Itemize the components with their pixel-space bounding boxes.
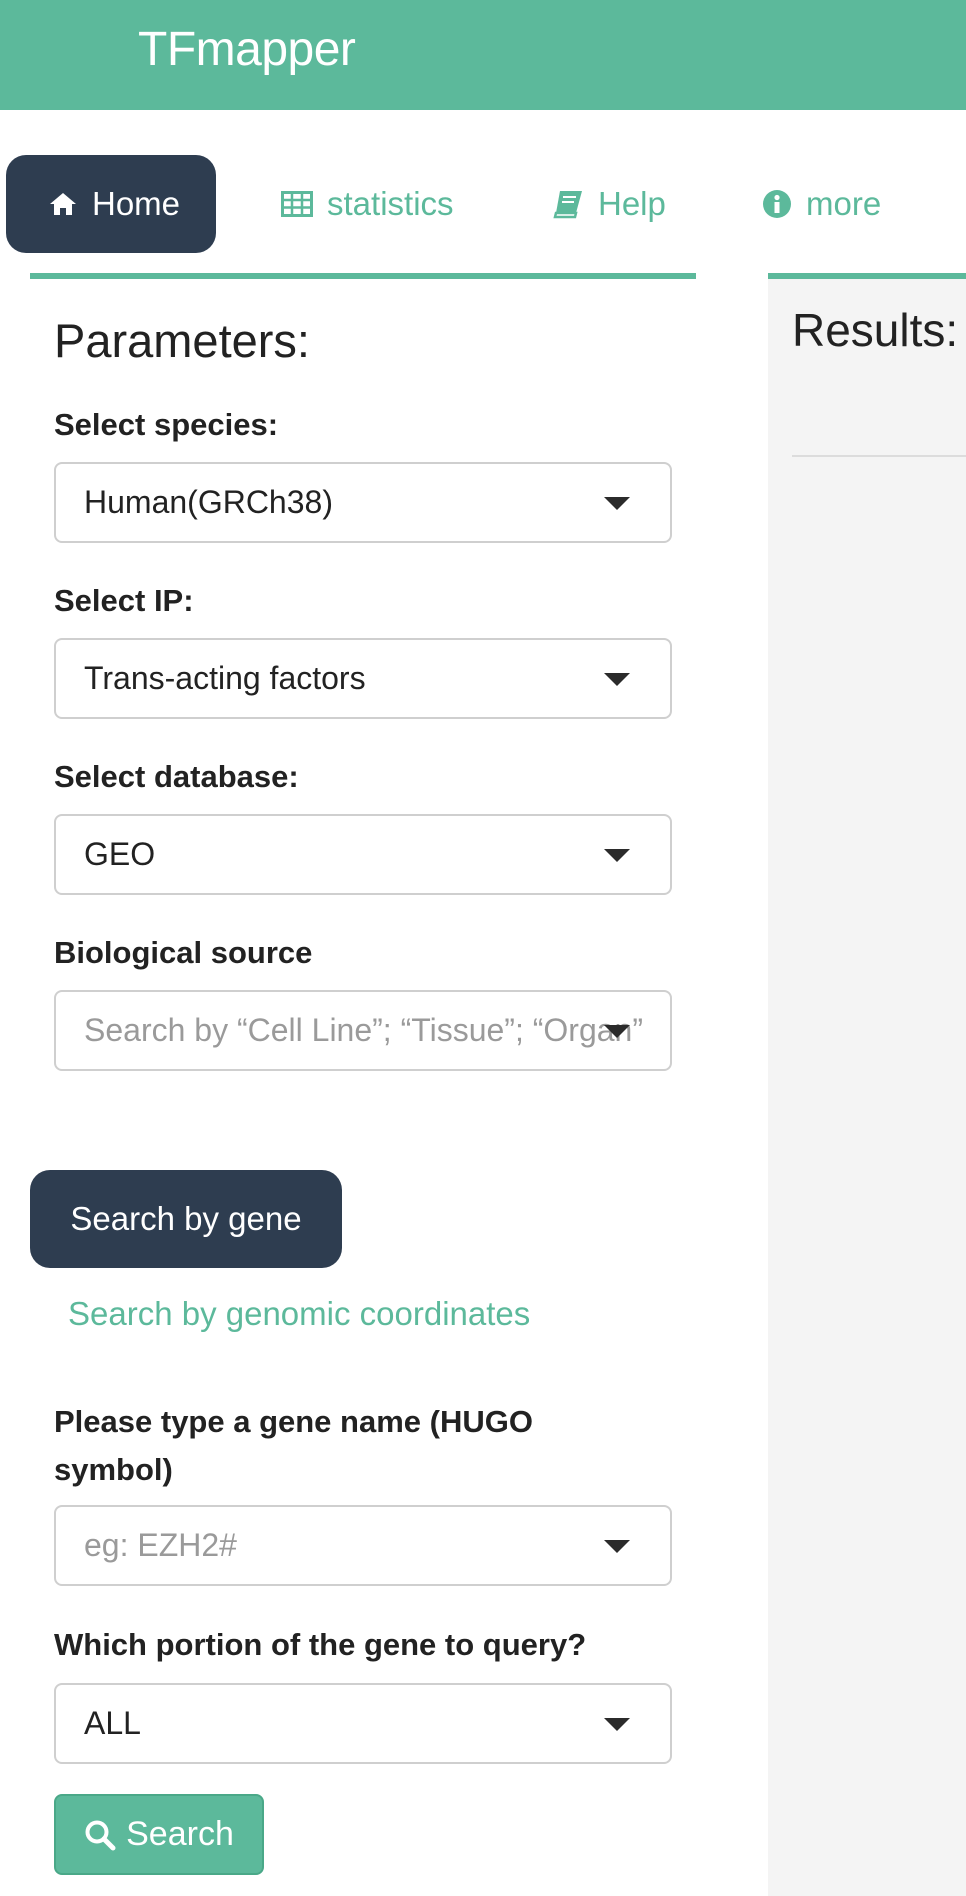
tab-home[interactable]: Home	[6, 155, 217, 253]
search-by-coordinates-tab[interactable]: Search by genomic coordinates	[68, 1295, 530, 1333]
tab-home-label: Home	[92, 185, 181, 222]
database-label: Select database:	[54, 759, 299, 794]
portion-value: ALL	[84, 1705, 141, 1741]
portion-select[interactable]: ALL	[54, 1683, 672, 1764]
results-heading: Results:	[792, 304, 959, 356]
results-panel: Results:	[768, 273, 966, 1896]
caret-down-icon	[604, 673, 630, 686]
caret-down-icon	[604, 1540, 630, 1553]
tab-statistics-label: statistics	[327, 185, 454, 222]
top-navbar: TFmapper	[0, 0, 966, 110]
main-tabs: Home statistics Help more	[0, 155, 966, 255]
tab-more-label: more	[806, 185, 882, 222]
brand-title[interactable]: TFmapper	[138, 22, 356, 77]
ip-select[interactable]: Trans-acting factors	[54, 638, 672, 719]
bio-source-input[interactable]: Search by “Cell Line”; “Tissue”; “Organ”	[54, 990, 672, 1071]
gene-label-line1: Please type a gene name (HUGO	[54, 1404, 533, 1439]
search-by-gene-tab[interactable]: Search by gene	[30, 1170, 342, 1268]
ip-label: Select IP:	[54, 583, 194, 618]
gene-input[interactable]: eg: EZH2#	[54, 1505, 672, 1586]
bio-source-label: Biological source	[54, 935, 313, 970]
caret-down-icon	[604, 1025, 630, 1038]
caret-down-icon	[604, 1718, 630, 1731]
search-button[interactable]: Search	[54, 1794, 264, 1875]
caret-down-icon	[604, 497, 630, 510]
book-icon	[552, 189, 584, 219]
tab-help-label: Help	[598, 185, 666, 222]
database-select[interactable]: GEO	[54, 814, 672, 895]
species-select[interactable]: Human(GRCh38)	[54, 462, 672, 543]
species-value: Human(GRCh38)	[84, 484, 333, 520]
gene-placeholder: eg: EZH2#	[84, 1527, 237, 1563]
database-value: GEO	[84, 836, 156, 872]
table-icon	[281, 191, 313, 217]
species-label: Select species:	[54, 407, 279, 442]
results-divider	[792, 455, 966, 457]
info-circle-icon	[762, 189, 792, 219]
gene-label-line2: symbol)	[54, 1452, 173, 1487]
caret-down-icon	[604, 849, 630, 862]
home-icon	[48, 191, 78, 217]
parameters-heading: Parameters:	[54, 314, 310, 367]
portion-label: Which portion of the gene to query?	[54, 1627, 587, 1662]
tab-more[interactable]: more	[762, 155, 881, 253]
search-button-label: Search	[126, 1815, 234, 1853]
tab-statistics[interactable]: statistics	[281, 155, 454, 253]
search-icon	[84, 1819, 116, 1851]
tab-help[interactable]: Help	[552, 155, 666, 253]
parameters-panel: Parameters: Select species: Human(GRCh38…	[30, 273, 696, 1896]
ip-value: Trans-acting factors	[84, 660, 366, 696]
bio-source-placeholder: Search by “Cell Line”; “Tissue”; “Organ”	[84, 1012, 643, 1048]
